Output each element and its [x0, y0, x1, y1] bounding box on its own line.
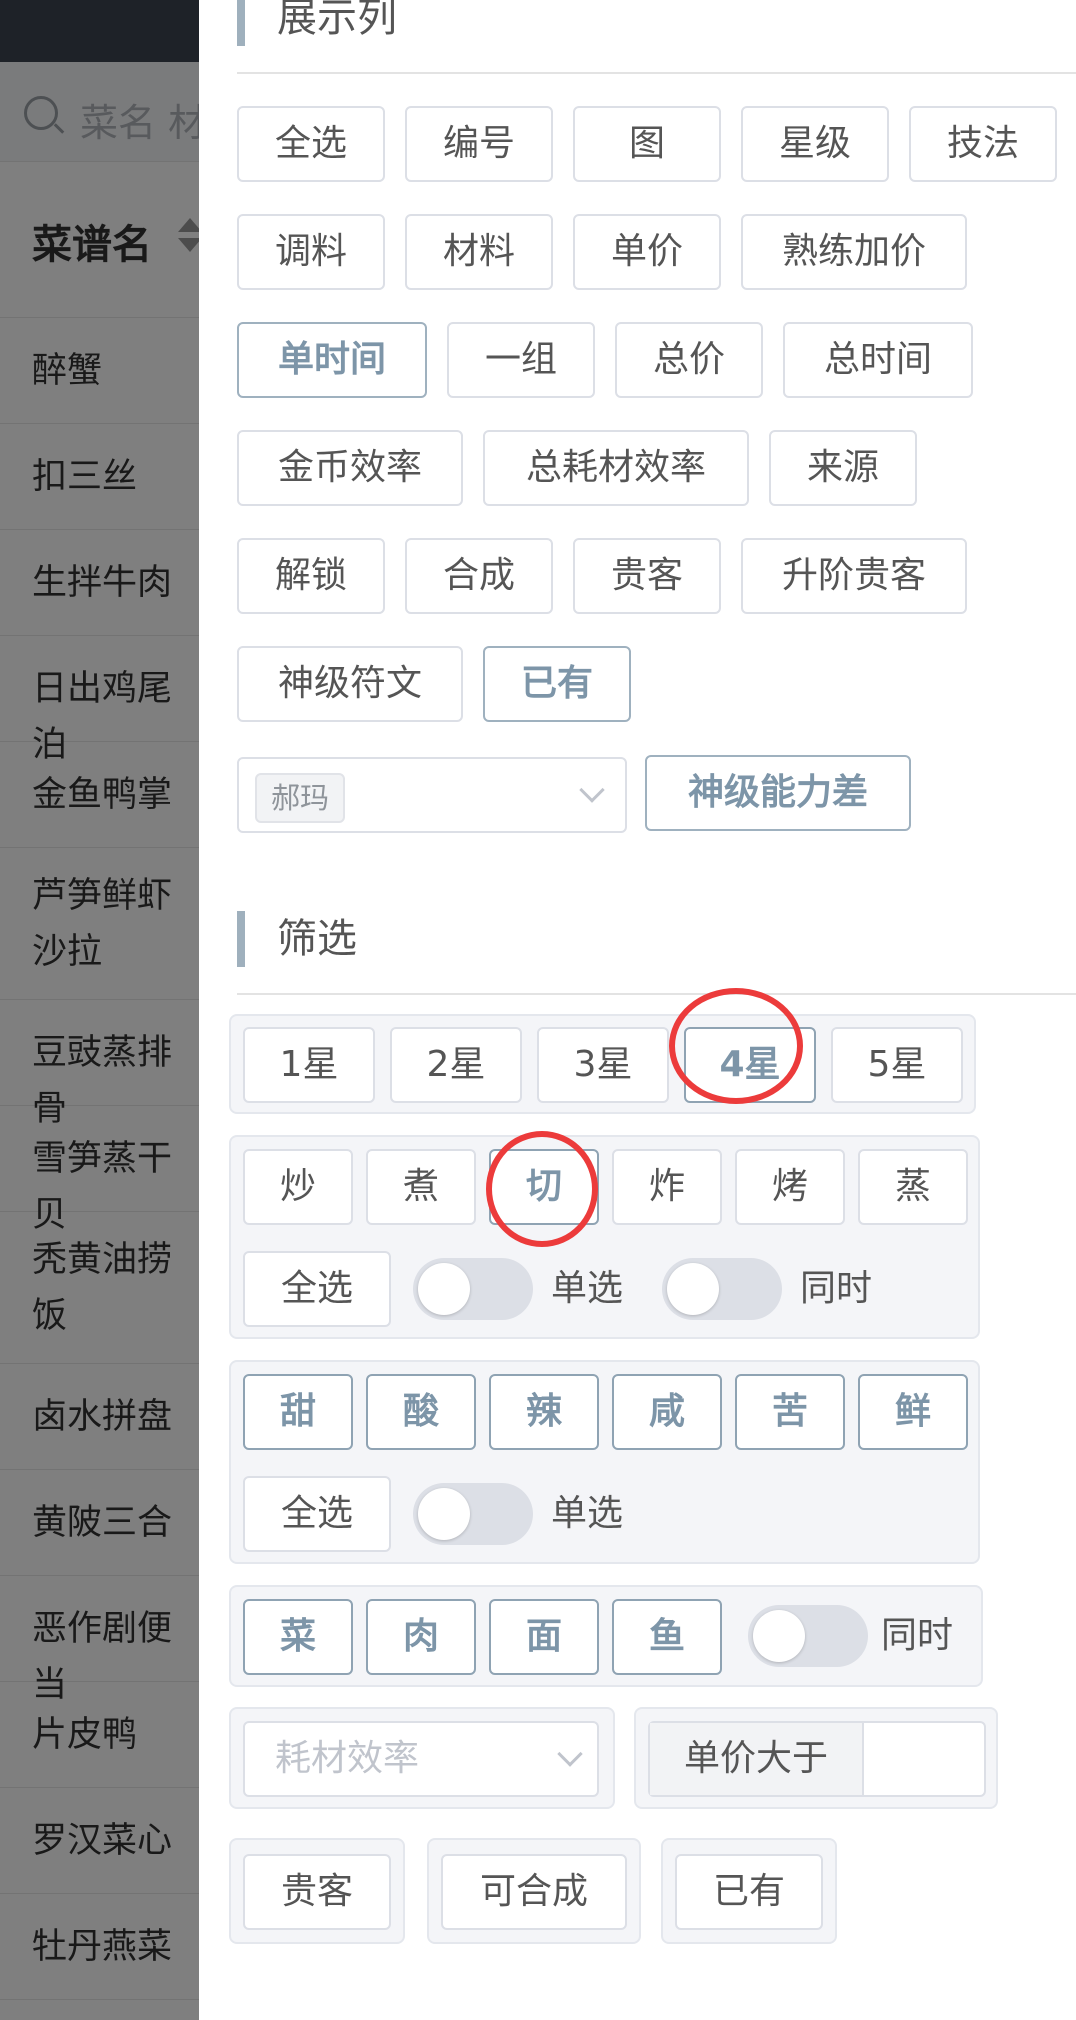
- star-filter-button[interactable]: 1星: [243, 1027, 375, 1103]
- chef-chip: 郝玛: [255, 773, 346, 823]
- star-filter-group: 1星 2星 3星 4星 5星: [229, 1014, 976, 1114]
- skills-select-all-button[interactable]: 全选: [243, 1251, 391, 1327]
- skill-filter-button[interactable]: 烤: [735, 1149, 845, 1225]
- material-filter-button[interactable]: 鱼: [612, 1599, 722, 1675]
- column-tag[interactable]: 来源: [769, 430, 917, 506]
- skill-filter-group: 炒煮切炸烤蒸 全选 单选 同时: [229, 1135, 980, 1339]
- skill-filter-button[interactable]: 炸: [612, 1149, 722, 1225]
- skills-single-toggle[interactable]: [413, 1258, 533, 1320]
- column-tag[interactable]: 图: [573, 106, 721, 182]
- materials-simultaneous-toggle[interactable]: [748, 1605, 868, 1667]
- god-ability-diff-button[interactable]: 神级能力差: [645, 755, 911, 831]
- flavors-select-all-button[interactable]: 全选: [243, 1476, 391, 1552]
- flavor-filter-button[interactable]: 甜: [243, 1374, 353, 1450]
- bottom-filter-button[interactable]: 可合成: [441, 1854, 627, 1930]
- bottom-filter-button[interactable]: 已有: [675, 1854, 823, 1930]
- skill-filter-button[interactable]: 煮: [366, 1149, 476, 1225]
- unit-price-group: 单价大于: [634, 1707, 998, 1809]
- column-tag[interactable]: 合成: [405, 538, 553, 614]
- flavor-filter-group: 甜酸辣咸苦鲜 全选 单选: [229, 1360, 980, 1564]
- bottom-filter-button[interactable]: 贵客: [243, 1854, 391, 1930]
- flavor-filter-button[interactable]: 辣: [489, 1374, 599, 1450]
- column-tag[interactable]: 已有: [483, 646, 631, 722]
- skill-filter-button[interactable]: 蒸: [858, 1149, 968, 1225]
- divider: [237, 993, 1076, 995]
- material-filter-button[interactable]: 面: [489, 1599, 599, 1675]
- column-tag[interactable]: 解锁: [237, 538, 385, 614]
- unit-price-label: 单价大于: [650, 1723, 864, 1795]
- flavors-single-label: 单选: [551, 1493, 624, 1534]
- column-tag[interactable]: 全选: [237, 106, 385, 182]
- highlight-circle: [486, 1131, 598, 1247]
- bottom-filter-group: 贵客: [229, 1838, 405, 1944]
- skills-single-label: 单选: [551, 1268, 624, 1309]
- column-tag[interactable]: 材料: [405, 214, 553, 290]
- material-filter-button[interactable]: 菜: [243, 1599, 353, 1675]
- star-filter-button[interactable]: 3星: [537, 1027, 669, 1103]
- flavor-filter-button[interactable]: 咸: [612, 1374, 722, 1450]
- unit-price-input[interactable]: [866, 1723, 984, 1795]
- column-tag[interactable]: 金币效率: [237, 430, 463, 506]
- skills-simultaneous-toggle[interactable]: [662, 1258, 782, 1320]
- bottom-filter-group: 可合成: [427, 1838, 641, 1944]
- column-tag[interactable]: 熟练加价: [741, 214, 967, 290]
- unit-price-field: 单价大于: [648, 1721, 986, 1797]
- column-tag[interactable]: 技法: [909, 106, 1057, 182]
- column-tag[interactable]: 星级: [741, 106, 889, 182]
- section-title-filter: 筛选: [237, 911, 357, 967]
- column-tag[interactable]: 总价: [615, 322, 763, 398]
- efficiency-select[interactable]: 耗材效率: [243, 1721, 599, 1797]
- flavor-filter-button[interactable]: 苦: [735, 1374, 845, 1450]
- skills-simultaneous-label: 同时: [800, 1268, 873, 1309]
- highlight-circle: [669, 988, 803, 1104]
- star-filter-button[interactable]: 5星: [831, 1027, 963, 1103]
- flavors-single-toggle[interactable]: [413, 1483, 533, 1545]
- chef-select[interactable]: 郝玛: [237, 757, 627, 833]
- divider: [237, 72, 1076, 74]
- efficiency-select-group: 耗材效率: [229, 1707, 615, 1809]
- star-filter-button[interactable]: 2星: [390, 1027, 522, 1103]
- column-tag[interactable]: 单价: [573, 214, 721, 290]
- section-title-display-columns: 展示列: [237, 0, 397, 46]
- column-tag[interactable]: 贵客: [573, 538, 721, 614]
- column-tag[interactable]: 编号: [405, 106, 553, 182]
- material-filter-group: 菜肉面鱼 同时: [229, 1585, 983, 1687]
- column-tag[interactable]: 总耗材效率: [483, 430, 749, 506]
- chevron-down-icon: [557, 1741, 583, 1767]
- flavor-filter-button[interactable]: 鲜: [858, 1374, 968, 1450]
- chevron-down-icon: [579, 777, 605, 803]
- efficiency-select-placeholder: 耗材效率: [275, 1738, 420, 1779]
- bottom-filter-group: 已有: [661, 1838, 837, 1944]
- column-tag[interactable]: 一组: [447, 322, 595, 398]
- column-tag[interactable]: 调料: [237, 214, 385, 290]
- column-tag[interactable]: 单时间: [237, 322, 427, 398]
- material-filter-button[interactable]: 肉: [366, 1599, 476, 1675]
- column-tag[interactable]: 神级符文: [237, 646, 463, 722]
- flavor-filter-button[interactable]: 酸: [366, 1374, 476, 1450]
- settings-drawer: 展示列 全选 编号图星级 技法 调料 材料 单价 熟练加价 单时间 一组 总价 总时间 金币效率 总耗材…: [199, 0, 1076, 2020]
- skill-filter-button[interactable]: 炒: [243, 1149, 353, 1225]
- materials-simultaneous-label: 同时: [881, 1615, 954, 1656]
- column-tag[interactable]: 升阶贵客: [741, 538, 967, 614]
- column-tag[interactable]: 总时间: [783, 322, 973, 398]
